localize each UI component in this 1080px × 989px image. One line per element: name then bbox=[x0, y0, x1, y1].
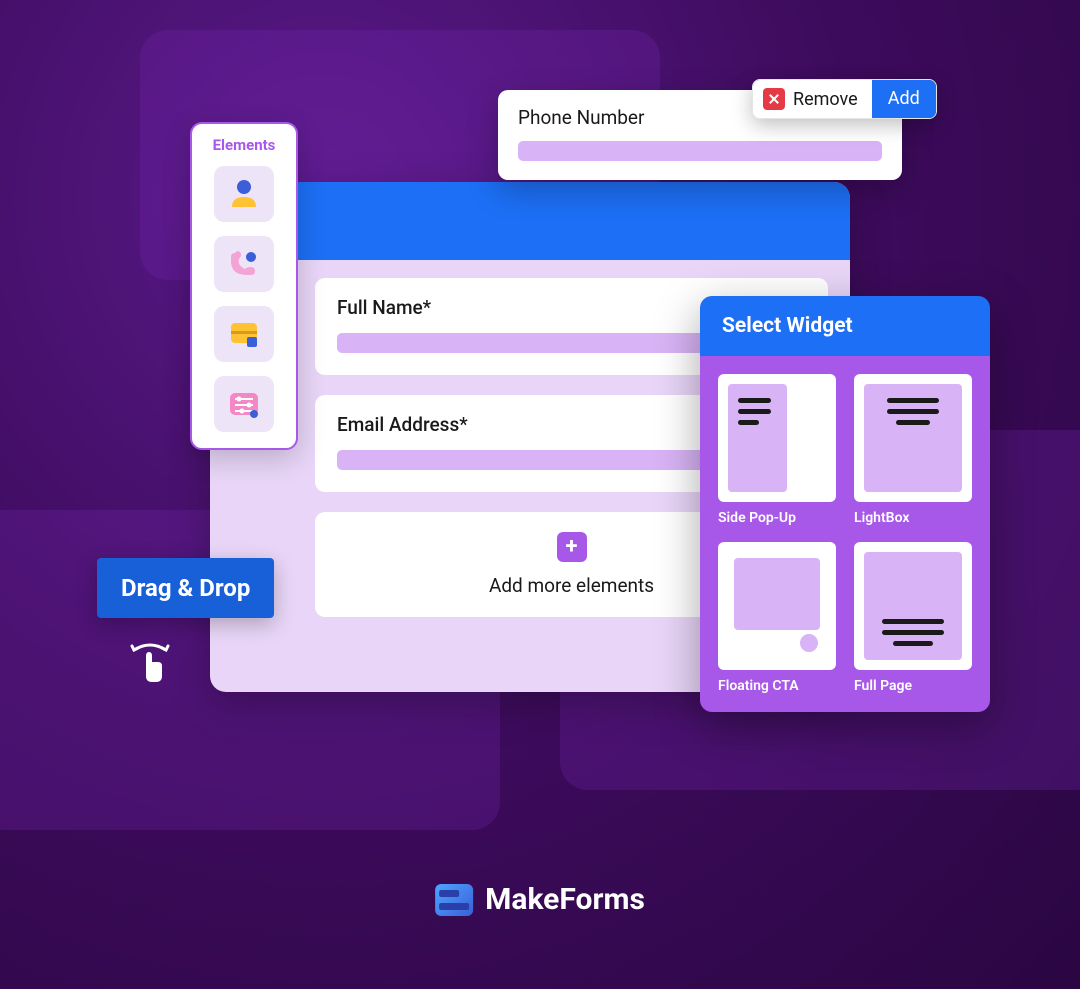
widget-thumb bbox=[718, 542, 836, 670]
widget-label: Floating CTA bbox=[718, 678, 836, 694]
widget-option-floating-cta[interactable]: Floating CTA bbox=[718, 542, 836, 694]
remove-button[interactable]: Remove bbox=[753, 80, 872, 118]
widget-panel-title: Select Widget bbox=[700, 296, 990, 356]
widget-option-side-popup[interactable]: Side Pop-Up bbox=[718, 374, 836, 526]
drag-drop-label: Drag & Drop bbox=[121, 574, 250, 602]
add-label: Add bbox=[888, 88, 920, 109]
builder-header-bar bbox=[210, 182, 850, 260]
widget-grid: Side Pop-Up LightBox bbox=[700, 356, 990, 712]
makeforms-icon bbox=[435, 884, 473, 916]
brand-name: MakeForms bbox=[485, 882, 645, 917]
plus-icon: + bbox=[557, 532, 587, 562]
text-input[interactable] bbox=[518, 141, 882, 161]
drag-hand-icon bbox=[124, 636, 176, 688]
elements-panel: Elements bbox=[190, 122, 298, 450]
brand-logo: MakeForms bbox=[435, 882, 645, 917]
widget-option-full-page[interactable]: Full Page bbox=[854, 542, 972, 694]
element-phone-icon[interactable] bbox=[214, 236, 274, 292]
widget-option-lightbox[interactable]: LightBox bbox=[854, 374, 972, 526]
widget-thumb bbox=[718, 374, 836, 502]
element-slider-icon[interactable] bbox=[214, 376, 274, 432]
elements-panel-title: Elements bbox=[204, 136, 284, 154]
widget-label: Full Page bbox=[854, 678, 972, 694]
add-button[interactable]: Add bbox=[872, 80, 936, 118]
widget-thumb bbox=[854, 374, 972, 502]
drag-and-drop-badge: Drag & Drop bbox=[97, 558, 274, 618]
select-widget-panel: Select Widget Side Pop-Up bbox=[700, 296, 990, 712]
widget-label: LightBox bbox=[854, 510, 972, 526]
remove-label: Remove bbox=[793, 89, 858, 110]
close-icon bbox=[763, 88, 785, 110]
widget-label: Side Pop-Up bbox=[718, 510, 836, 526]
widget-thumb bbox=[854, 542, 972, 670]
element-person-icon[interactable] bbox=[214, 166, 274, 222]
element-card-icon[interactable] bbox=[214, 306, 274, 362]
field-actions-toolbar: Remove Add bbox=[752, 79, 937, 119]
